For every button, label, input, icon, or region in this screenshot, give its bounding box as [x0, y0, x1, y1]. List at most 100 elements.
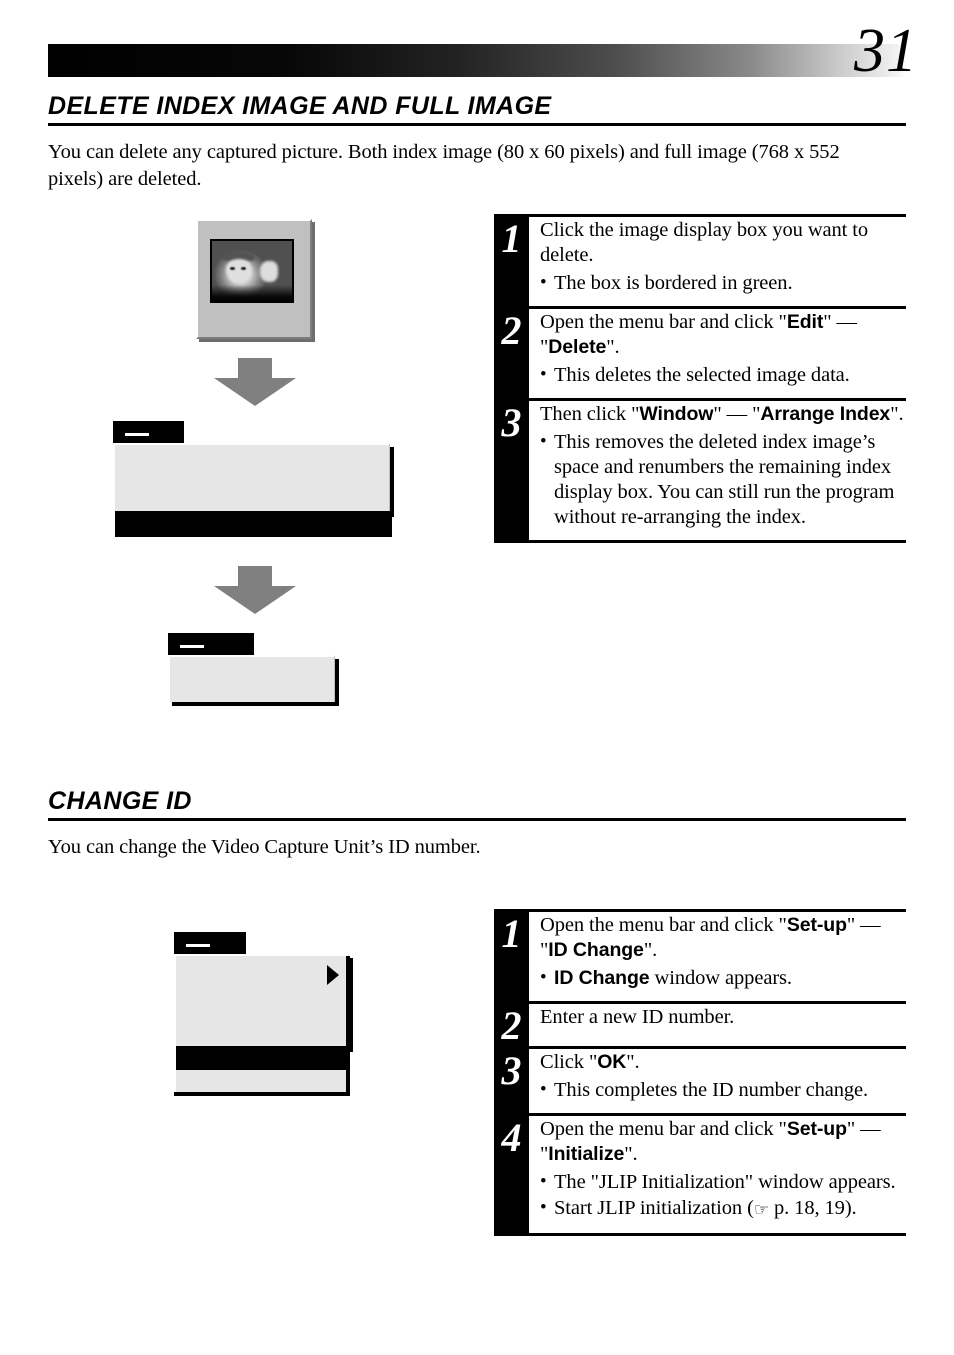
step-instruction: Open the menu bar and click "Set-up" — "… — [540, 913, 906, 963]
step-item: 2 Open the menu bar and click "Edit" — "D… — [494, 306, 906, 398]
image-display-box-window[interactable] — [196, 219, 312, 339]
step-body: Enter a new ID number. — [529, 1004, 906, 1046]
step-notes: The "JLIP Initialization" window appears… — [540, 1169, 906, 1223]
step-instruction: Open the menu bar and click "Set-up" — "… — [540, 1117, 906, 1167]
title-underline — [48, 123, 906, 126]
step-note: The box is bordered in green. — [540, 270, 906, 296]
step-note: This completes the ID number change. — [540, 1077, 906, 1103]
step-note: Start JLIP initialization (☞ p. 18, 19). — [540, 1195, 906, 1223]
text-run: Open the menu bar and click " — [540, 914, 787, 936]
step-number: 3 — [494, 401, 529, 540]
flow-arrow-down-2 — [214, 566, 296, 614]
step-item: 4 Open the menu bar and click "Set-up" — … — [494, 1113, 906, 1233]
edit-menu-highlighted-item-delete[interactable] — [115, 511, 392, 537]
step-body: Open the menu bar and click "Set-up" — "… — [529, 912, 906, 1001]
text-run: Click the image display box you want to … — [540, 219, 869, 266]
photo-hand-shape — [260, 261, 278, 282]
step-body: Click the image display box you want to … — [529, 217, 906, 306]
text-run: This completes the ID number change. — [554, 1079, 869, 1101]
emphasis-text: Edit — [786, 311, 824, 333]
window-menu-body — [168, 655, 335, 702]
emphasis-text: Set-up — [786, 914, 847, 936]
text-run: ". — [890, 403, 904, 425]
thumbnail-photo — [212, 241, 292, 301]
menu-title-placeholder-dash — [186, 944, 210, 947]
emphasis-text: Delete — [548, 336, 607, 358]
step-instruction: Open the menu bar and click "Edit" — "De… — [540, 310, 906, 360]
flow-arrow-down-1 — [214, 358, 296, 406]
steps-list: 1 Click the image display box you want to… — [494, 214, 906, 543]
step-number: 3 — [494, 1049, 529, 1113]
submenu-arrow-icon — [327, 965, 339, 985]
step-number: 2 — [494, 309, 529, 398]
photo-face-shape — [226, 259, 252, 283]
step-instruction: Then click "Window" — "Arrange Index". — [540, 402, 906, 427]
emphasis-text: Window — [639, 403, 714, 425]
step-note: ID Change window appears. — [540, 965, 906, 991]
text-run: The "JLIP Initialization" window appears… — [554, 1171, 896, 1193]
step-note: The "JLIP Initialization" window appears… — [540, 1169, 906, 1195]
section-intro-text: You can change the Video Capture Unit’s … — [48, 836, 481, 858]
menu-title-placeholder-dash — [180, 645, 204, 648]
page-title: DELETE INDEX IMAGE AND FULL IMAGE — [48, 92, 552, 120]
step-number: 4 — [494, 1116, 529, 1233]
emphasis-text: Initialize — [548, 1143, 625, 1165]
emphasis-text: OK — [597, 1051, 627, 1073]
step-body: Open the menu bar and click "Set-up" — "… — [529, 1116, 906, 1233]
index-image-thumbnail[interactable] — [210, 239, 294, 303]
step-number: 1 — [494, 912, 529, 1001]
section-title-change-id: CHANGE ID — [48, 787, 192, 815]
emphasis-text: ID Change — [548, 939, 644, 961]
emphasis-text: Arrange Index — [760, 403, 891, 425]
text-run: Then click " — [540, 403, 640, 425]
text-run: ". — [624, 1143, 638, 1165]
setup-menu-item-initialize[interactable] — [176, 1070, 348, 1092]
text-run: The box is bordered in green. — [554, 272, 793, 294]
section-delete-index-image: DELETE INDEX IMAGE AND FULL IMAGE You ca… — [48, 92, 906, 193]
step-number: 2 — [494, 1004, 529, 1046]
text-run: ". — [643, 939, 658, 961]
text-run: Open the menu bar and click " — [540, 1118, 787, 1140]
emphasis-text: ID Change — [554, 967, 650, 989]
text-run: Open the menu bar and click " — [540, 311, 787, 333]
step-body: Click "OK". This completes the ID number … — [529, 1049, 906, 1113]
step-notes: This removes the deleted index image’s s… — [540, 429, 906, 530]
text-run: Click " — [540, 1051, 598, 1073]
step-body: Then click "Window" — "Arrange Index".Th… — [529, 401, 906, 540]
menu-title-tab-setup[interactable] — [174, 932, 246, 954]
edit-menu-body — [113, 443, 390, 513]
text-run: ". — [606, 336, 620, 358]
setup-menu-right-shadow — [346, 956, 350, 1094]
pointing-hand-icon: ☞ — [753, 1200, 769, 1220]
step-item: 2 Enter a new ID number. — [494, 1001, 906, 1046]
menu-title-tab-window[interactable] — [168, 633, 254, 655]
text-run: This deletes the selected image data. — [554, 364, 850, 386]
setup-menu-bottom-shadow — [174, 1092, 350, 1096]
setup-menu-highlighted-item-id-change[interactable] — [176, 1046, 350, 1070]
text-run: This removes the deleted index image’s s… — [554, 431, 895, 528]
text-run: " — " — [713, 403, 761, 425]
step-instruction: Click "OK". — [540, 1050, 906, 1075]
title-underline — [48, 818, 906, 821]
setup-menu-body — [174, 954, 349, 1048]
steps-bottom-rule — [494, 540, 906, 543]
step-number: 1 — [494, 217, 529, 306]
text-run: Start JLIP initialization ( — [554, 1197, 754, 1219]
text-run: ". — [626, 1051, 640, 1073]
step-item: 3Then click "Window" — "Arrange Index".T… — [494, 398, 906, 540]
step-notes: The box is bordered in green. — [540, 270, 906, 296]
photo-shadow-shape — [212, 285, 292, 301]
step-item: 1 Open the menu bar and click "Set-up" — … — [494, 909, 906, 1001]
text-run: window appears. — [649, 967, 793, 989]
step-notes: This deletes the selected image data. — [540, 362, 906, 388]
step-instruction: Enter a new ID number. — [540, 1005, 906, 1030]
step-instruction: Click the image display box you want to … — [540, 218, 906, 268]
step-notes: ID Change window appears. — [540, 965, 906, 991]
step-item: 1 Click the image display box you want to… — [494, 214, 906, 306]
text-run: Enter a new ID number. — [540, 1006, 735, 1028]
header-gradient-bar — [48, 44, 906, 77]
text-run: p. 18, 19). — [768, 1197, 857, 1219]
step-note: This deletes the selected image data. — [540, 362, 906, 388]
menu-title-tab-edit[interactable] — [113, 421, 184, 443]
page-header: 31 — [0, 0, 954, 100]
